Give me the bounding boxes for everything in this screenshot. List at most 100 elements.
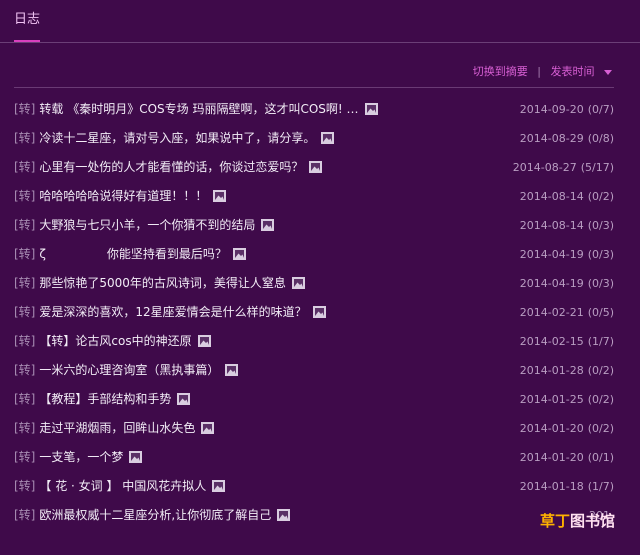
list-item: [转] 爱是深深的喜欢，12星座爱情会是什么样的味道？ 2014-02-21 (0/5…: [14, 298, 614, 327]
list-item: [转] 那些惊艳了5000年的古风诗词，美得让人窒息 2014-04-19 (0/3): [14, 269, 614, 298]
image-icon: [309, 155, 323, 173]
repost-prefix: [转]: [14, 160, 36, 174]
post-date: 2014-01-28: [519, 364, 584, 377]
list-item: [转] 大野狼与七只小羊，一个你猜不到的结局 2014-08-14 (0/3): [14, 211, 614, 240]
post-meta: 2014-01-28 (0/2): [520, 356, 614, 385]
post-meta: 2014-08-14 (0/2): [520, 182, 614, 211]
switch-to-summary-link[interactable]: 切换到摘要: [473, 65, 528, 78]
post-date: 2014-04-19: [519, 277, 584, 290]
separator: |: [537, 65, 541, 78]
list-item: [转] 冷读十二星座，请对号入座，如果说中了，请分享。 2014-08-29 (0/8…: [14, 124, 614, 153]
list-item: [转] 【教程】手部结构和手势 2014-01-25 (0/2): [14, 385, 614, 414]
image-icon: [197, 329, 211, 347]
post-title-link[interactable]: 大野狼与七只小羊，一个你猜不到的结局: [39, 218, 255, 232]
post-title-link[interactable]: ζ 你能坚持看到最后吗？: [39, 247, 227, 261]
comment-view-count: (0/2): [587, 393, 614, 406]
list-item: [转] 一米六的心理咨询室（黑执事篇） 2014-01-28 (0/2): [14, 356, 614, 385]
post-title-link[interactable]: 【 花 · 女词 】 中国风花卉拟人: [39, 479, 206, 493]
post-title-link[interactable]: 一支笔，一个梦: [39, 450, 123, 464]
image-icon: [212, 474, 226, 492]
image-icon: [321, 126, 335, 144]
comment-view-count: (1/7): [587, 480, 614, 493]
watermark-part-1: 草丁: [540, 512, 571, 530]
caret-down-icon: [604, 69, 612, 75]
repost-prefix: [转]: [14, 508, 36, 522]
post-date: 2014-01-20: [519, 451, 584, 464]
post-date: 2014-08-27: [512, 161, 577, 174]
image-icon: [277, 503, 291, 521]
list-item: [转] 转载 《秦时明月》COS专场 玛丽隔壁啊，这才叫COS啊! … 2014-0…: [14, 95, 614, 124]
repost-prefix: [转]: [14, 305, 36, 319]
image-icon: [129, 445, 143, 463]
comment-view-count: (0/7): [587, 103, 614, 116]
list-item: [转] 【 花 · 女词 】 中国风花卉拟人 2014-01-18 (1/7): [14, 472, 614, 501]
post-date: 2014-01-20: [519, 422, 584, 435]
post-title-link[interactable]: 走过平湖烟雨，回眸山水失色: [39, 421, 195, 435]
repost-prefix: [转]: [14, 392, 36, 406]
post-date: 2014-04-19: [519, 248, 584, 261]
active-tab-indicator: [14, 40, 40, 42]
repost-prefix: [转]: [14, 189, 36, 203]
repost-prefix: [转]: [14, 218, 36, 232]
image-icon: [213, 184, 227, 202]
post-title-link[interactable]: 欧洲最权威十二星座分析,让你彻底了解自己: [39, 508, 271, 522]
tab-journal[interactable]: 日志: [14, 8, 40, 27]
comment-view-count: (1/7): [587, 335, 614, 348]
post-meta: 2014-01-20 (0/2): [520, 414, 614, 443]
post-title-link[interactable]: 转载 《秦时明月》COS专场 玛丽隔壁啊，这才叫COS啊! …: [39, 102, 358, 116]
post-date: 2014-02-15: [519, 335, 584, 348]
sort-by-time-label: 发表时间: [550, 65, 595, 78]
comment-view-count: (0/8): [587, 132, 614, 145]
sort-toolbar: 切换到摘要 | 发表时间: [473, 63, 612, 79]
post-title-link[interactable]: 【教程】手部结构和手势: [39, 392, 171, 406]
list-item: [转] 心里有一处伤的人才能看懂的话，你谈过恋爱吗？ 2014-08-27 (5/17…: [14, 153, 614, 182]
list-item: [转] ζ 你能坚持看到最后吗？ 2014-04-19 (0/3): [14, 240, 614, 269]
image-icon: [225, 358, 239, 376]
post-date: 2014-09-20: [519, 103, 584, 116]
comment-view-count: (0/3): [587, 277, 614, 290]
sort-by-time-dropdown[interactable]: 发表时间: [550, 65, 612, 78]
repost-prefix: [转]: [14, 450, 36, 464]
image-icon: [261, 213, 275, 231]
list-item: [转] 欧洲最权威十二星座分析,让你彻底了解自己 201: [14, 501, 614, 530]
comment-view-count: (0/1): [587, 451, 614, 464]
watermark: 草丁图书馆: [540, 510, 615, 531]
post-date: 2014-02-21: [519, 306, 584, 319]
post-title-link[interactable]: 那些惊艳了5000年的古风诗词，美得让人窒息: [39, 276, 286, 290]
comment-view-count: (0/2): [587, 364, 614, 377]
post-meta: 2014-01-18 (1/7): [520, 472, 614, 501]
tab-bar: 日志: [0, 0, 640, 43]
post-meta: 2014-09-20 (0/7): [520, 95, 614, 124]
list-divider: [14, 87, 614, 88]
post-meta: 2014-04-19 (0/3): [520, 240, 614, 269]
image-icon: [201, 416, 215, 434]
image-icon: [291, 271, 305, 289]
post-meta: 2014-08-14 (0/3): [520, 211, 614, 240]
image-icon: [312, 300, 326, 318]
post-title-link[interactable]: 冷读十二星座，请对号入座，如果说中了，请分享。: [39, 131, 315, 145]
post-title-link[interactable]: 【转】论古风cos中的神还原: [39, 334, 191, 348]
repost-prefix: [转]: [14, 334, 36, 348]
repost-prefix: [转]: [14, 421, 36, 435]
comment-view-count: (0/2): [587, 190, 614, 203]
repost-prefix: [转]: [14, 363, 36, 377]
post-meta: 2014-02-21 (0/5): [520, 298, 614, 327]
post-meta: 2014-01-25 (0/2): [520, 385, 614, 414]
post-meta: 2014-08-27 (5/17): [513, 153, 614, 182]
post-date: 2014-08-14: [519, 190, 584, 203]
repost-prefix: [转]: [14, 247, 36, 261]
post-meta: 2014-01-20 (0/1): [520, 443, 614, 472]
list-item: [转] 哈哈哈哈哈说得好有道理！！！ 2014-08-14 (0/2): [14, 182, 614, 211]
comment-view-count: (5/17): [580, 161, 614, 174]
post-title-link[interactable]: 一米六的心理咨询室（黑执事篇）: [39, 363, 219, 377]
post-title-link[interactable]: 哈哈哈哈哈说得好有道理！！！: [39, 189, 207, 203]
post-title-link[interactable]: 心里有一处伤的人才能看懂的话，你谈过恋爱吗？: [39, 160, 303, 174]
post-date: 2014-01-25: [519, 393, 584, 406]
comment-view-count: (0/2): [587, 422, 614, 435]
post-meta: 2014-08-29 (0/8): [520, 124, 614, 153]
list-item: [转] 【转】论古风cos中的神还原 2014-02-15 (1/7): [14, 327, 614, 356]
comment-view-count: (0/3): [587, 248, 614, 261]
post-meta: 2014-04-19 (0/3): [520, 269, 614, 298]
repost-prefix: [转]: [14, 479, 36, 493]
post-title-link[interactable]: 爱是深深的喜欢，12星座爱情会是什么样的味道？: [39, 305, 306, 319]
